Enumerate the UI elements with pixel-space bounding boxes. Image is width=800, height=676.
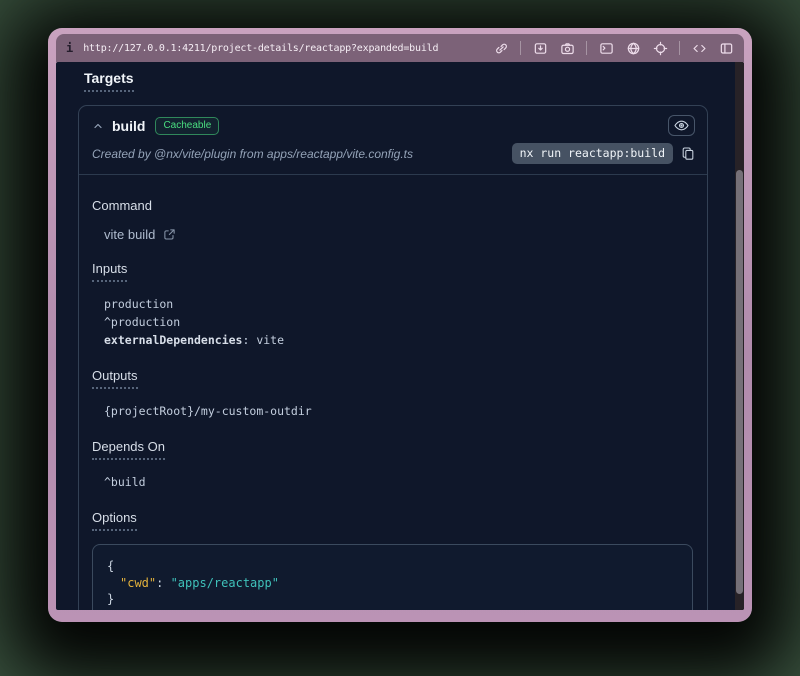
- camera-icon[interactable]: [559, 40, 575, 56]
- section-outputs: Outputs: [92, 368, 693, 389]
- section-options: Options: [92, 510, 693, 531]
- input-item: externalDependencies: vite: [104, 331, 693, 349]
- command-row: vite build: [104, 227, 693, 242]
- link-icon[interactable]: [493, 40, 509, 56]
- json-line: {: [107, 558, 680, 575]
- page-title: Targets: [84, 70, 134, 92]
- browser-titlebar: i http://127.0.0.1:4211/project-details/…: [56, 34, 744, 62]
- created-by-text: Created by @nx/vite/plugin from apps/rea…: [92, 147, 413, 161]
- view-eye-button[interactable]: [668, 115, 695, 136]
- input-value: : vite: [242, 333, 284, 347]
- depends-on-item: ^build: [104, 473, 693, 491]
- external-link-icon[interactable]: [163, 228, 176, 241]
- depends-on-label: Depends On: [92, 439, 165, 460]
- inputs-label: Inputs: [92, 261, 127, 282]
- input-key: externalDependencies: [104, 333, 242, 347]
- build-meta-row: Created by @nx/vite/plugin from apps/rea…: [92, 143, 695, 164]
- scrollbar-thumb[interactable]: [736, 170, 743, 594]
- json-line: "cwd": "apps/reactapp": [107, 575, 680, 592]
- options-label: Options: [92, 510, 137, 531]
- outputs-label: Outputs: [92, 368, 138, 389]
- json-line: }: [107, 591, 680, 608]
- copy-icon[interactable]: [681, 146, 695, 161]
- code-icon[interactable]: [691, 40, 707, 56]
- build-card-header: build Cacheable Created by @nx/vite/plug…: [79, 106, 707, 175]
- globe-icon[interactable]: [625, 40, 641, 56]
- outputs-list: {projectRoot}/my-custom-outdir: [104, 402, 693, 420]
- section-inputs: Inputs: [92, 261, 693, 282]
- url-text[interactable]: http://127.0.0.1:4211/project-details/re…: [83, 43, 438, 54]
- input-item: production: [104, 295, 693, 313]
- section-depends-on: Depends On: [92, 439, 693, 460]
- browser-window: i http://127.0.0.1:4211/project-details/…: [48, 28, 752, 622]
- depends-on-list: ^build: [104, 473, 693, 491]
- target-card-build: build Cacheable Created by @nx/vite/plug…: [78, 105, 708, 610]
- toolbar-divider: [520, 41, 521, 55]
- command-label: Command: [92, 198, 152, 213]
- scrollbar-track[interactable]: [735, 62, 744, 610]
- titlebar-toolbar: [493, 40, 734, 56]
- json-colon: :: [156, 576, 170, 590]
- info-icon: i: [66, 41, 73, 55]
- toolbar-divider: [679, 41, 680, 55]
- crosshair-icon[interactable]: [652, 40, 668, 56]
- chevron-up-icon: [92, 120, 104, 132]
- build-card-body: Command vite build Inputs production ^pr…: [79, 175, 707, 610]
- toolbar-divider: [586, 41, 587, 55]
- section-command: Command: [92, 198, 693, 213]
- run-command-chip: nx run reactapp:build: [512, 143, 673, 164]
- inputs-list: production ^production externalDependenc…: [104, 295, 693, 349]
- columns-icon[interactable]: [718, 40, 734, 56]
- target-name: build: [112, 118, 145, 134]
- build-header-row[interactable]: build Cacheable: [92, 115, 695, 136]
- output-item: {projectRoot}/my-custom-outdir: [104, 402, 693, 420]
- project-details-page: Targets build Cacheable Created by @nx/v…: [56, 62, 744, 610]
- json-value: "apps/reactapp": [171, 576, 279, 590]
- input-item: ^production: [104, 313, 693, 331]
- cacheable-badge: Cacheable: [155, 117, 219, 135]
- terminal-icon[interactable]: [598, 40, 614, 56]
- import-icon[interactable]: [532, 40, 548, 56]
- json-key: "cwd": [107, 576, 156, 590]
- options-json-box: { "cwd": "apps/reactapp" }: [92, 544, 693, 610]
- command-value: vite build: [104, 227, 155, 242]
